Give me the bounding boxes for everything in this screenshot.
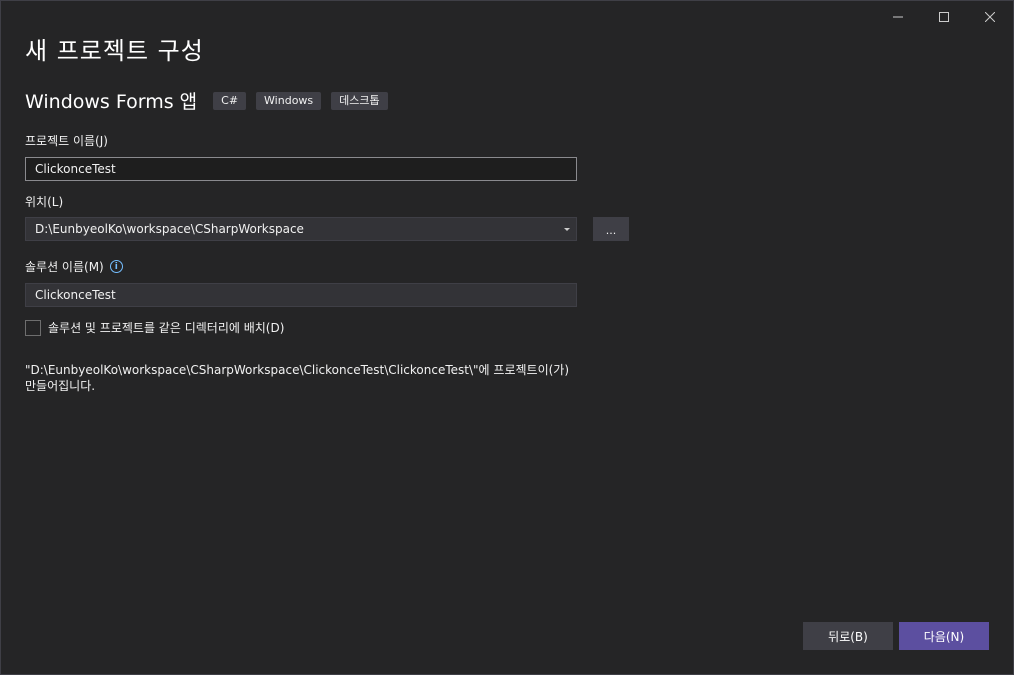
tag-language: C# <box>213 91 247 110</box>
tag-platform: Windows <box>256 91 322 110</box>
tag-project-type: 데스크톱 <box>331 91 388 110</box>
back-button[interactable]: 뒤로(B) <box>803 622 893 650</box>
project-name-input[interactable] <box>25 157 577 181</box>
solution-name-label-row: 솔루션 이름(M) i <box>25 258 123 275</box>
location-select[interactable]: D:\EunbyeolKo\workspace\CSharpWorkspace <box>25 217 577 241</box>
location-label: 위치(L) <box>25 195 64 209</box>
same-directory-checkbox[interactable] <box>25 319 41 336</box>
location-value: D:\EunbyeolKo\workspace\CSharpWorkspace <box>35 222 304 236</box>
page-title: 새 프로젝트 구성 <box>25 37 204 65</box>
chevron-down-icon <box>564 228 570 231</box>
minimize-icon[interactable] <box>875 1 921 33</box>
maximize-icon[interactable] <box>921 1 967 33</box>
project-path-note: "D:\EunbyeolKo\workspace\CSharpWorkspace… <box>25 363 570 393</box>
browse-button[interactable]: ... <box>593 217 629 241</box>
window-controls <box>875 1 1013 33</box>
project-name-label: 프로젝트 이름(J) <box>25 134 108 148</box>
solution-name-input[interactable] <box>25 283 577 307</box>
same-directory-label: 솔루션 및 프로젝트를 같은 디렉터리에 배치(D) <box>48 321 285 335</box>
solution-name-label: 솔루션 이름(M) <box>25 260 104 274</box>
close-icon[interactable] <box>967 1 1013 33</box>
template-name: Windows Forms 앱 <box>25 91 198 113</box>
next-button[interactable]: 다음(N) <box>899 622 989 650</box>
same-directory-option[interactable]: 솔루션 및 프로젝트를 같은 디렉터리에 배치(D) <box>25 319 284 336</box>
info-icon[interactable]: i <box>109 260 123 273</box>
template-info: Windows Forms 앱 C# Windows 데스크톱 <box>25 87 398 114</box>
